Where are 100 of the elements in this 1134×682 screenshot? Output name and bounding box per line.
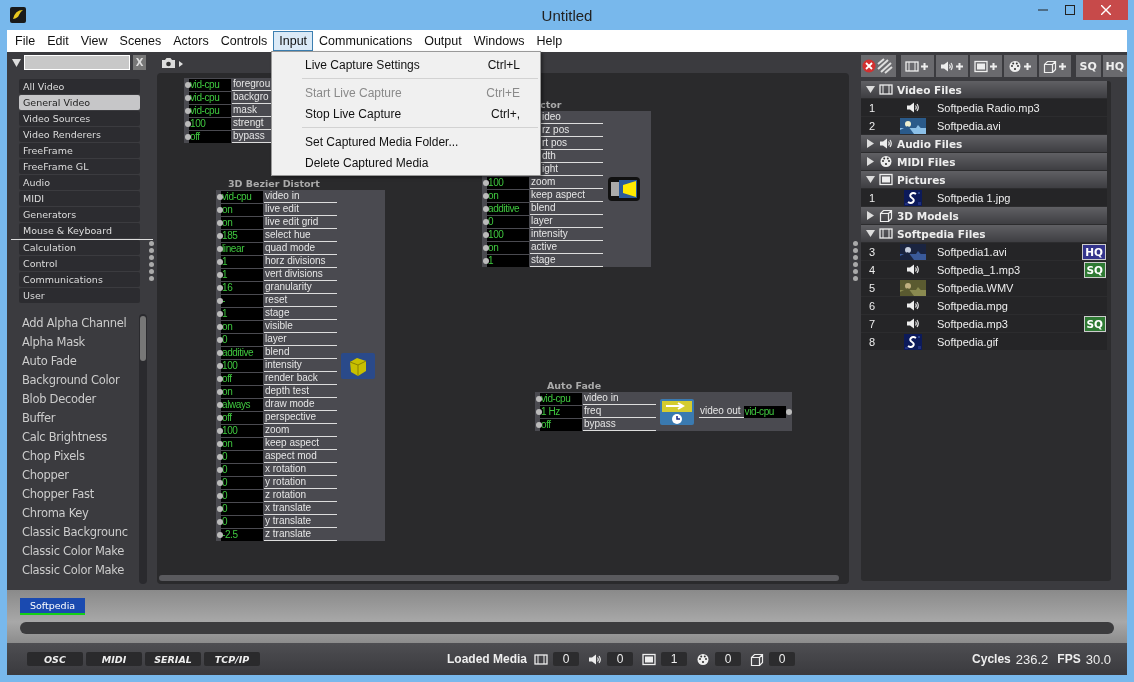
menu-item[interactable]: Edit — [41, 31, 75, 51]
value-field[interactable]: 1 — [221, 268, 263, 281]
menu-item[interactable]: View — [74, 31, 114, 51]
quality-button[interactable]: HQ — [1102, 55, 1127, 77]
actor-item[interactable]: Chopper — [22, 466, 139, 485]
port-dot[interactable] — [483, 179, 489, 186]
scrollbar[interactable] — [159, 575, 839, 581]
port-dot[interactable] — [217, 479, 223, 486]
media-row[interactable]: 1 Softpedia 1.jpg — [861, 189, 1107, 206]
search-field[interactable] — [24, 55, 130, 70]
port-dot[interactable] — [217, 271, 223, 278]
expand-icon[interactable] — [866, 157, 875, 166]
add-media-button[interactable] — [1004, 55, 1037, 77]
value-field[interactable]: 0 — [221, 333, 263, 346]
value-field[interactable]: 1 — [487, 254, 529, 267]
actor-item[interactable]: Classic Backgrounc — [22, 523, 139, 542]
menu-item[interactable]: Communications — [313, 31, 419, 51]
category-item[interactable]: Video Renderers — [19, 127, 140, 142]
port-dot[interactable] — [217, 310, 223, 317]
add-media-button[interactable] — [1038, 55, 1071, 77]
value-field[interactable]: 1 — [221, 255, 263, 268]
camera-icon[interactable] — [161, 56, 185, 69]
value-field[interactable]: on — [221, 437, 263, 450]
collapse-icon[interactable] — [12, 58, 21, 67]
collapse-icon[interactable] — [866, 85, 875, 94]
media-row[interactable]: 3 Softpedia1.avi HQ — [861, 243, 1107, 260]
value-field[interactable]: - — [221, 294, 263, 307]
section-header[interactable]: Audio Files — [861, 135, 1107, 152]
value-field[interactable]: additive — [221, 346, 263, 359]
quality-button[interactable]: SQ — [1076, 55, 1101, 77]
collapse-icon[interactable] — [866, 175, 875, 184]
protocol-button[interactable]: SERIAL — [145, 652, 201, 666]
category-item[interactable]: Control — [19, 256, 140, 271]
value-field[interactable]: 100 — [487, 228, 529, 241]
value-field[interactable]: on — [487, 241, 529, 254]
value-field[interactable]: 100 — [189, 117, 231, 130]
media-row[interactable]: 6 Softpedia.mpg — [861, 297, 1107, 314]
actor-item[interactable]: Blob Decoder — [22, 390, 139, 409]
section-header[interactable]: MIDI Files — [861, 153, 1107, 170]
expand-icon[interactable] — [866, 139, 875, 148]
section-header[interactable]: 3D Models — [861, 207, 1107, 224]
port-dot[interactable] — [217, 518, 223, 525]
category-item[interactable]: Communications — [19, 272, 140, 287]
port-dot[interactable] — [217, 258, 223, 265]
port-dot[interactable] — [536, 408, 542, 415]
actor-item[interactable]: Classic Color Make — [22, 561, 139, 580]
protocol-button[interactable]: TCP/IP — [204, 652, 260, 666]
value-field[interactable]: on — [221, 320, 263, 333]
category-item[interactable]: All Video — [19, 79, 140, 94]
actor-item[interactable]: Chop Pixels — [22, 447, 139, 466]
category-item[interactable]: Mouse & Keyboard — [19, 223, 140, 238]
menu-item[interactable]: Controls — [214, 31, 274, 51]
port-dot[interactable] — [217, 492, 223, 499]
value-field[interactable]: vid-cpu — [743, 405, 786, 418]
value-field[interactable]: vid-cpu — [189, 78, 231, 91]
value-field[interactable]: off — [221, 411, 263, 424]
close-button[interactable] — [1083, 0, 1128, 20]
menu-option[interactable]: Live Capture Settings Ctrl+L — [272, 54, 540, 75]
menu-item[interactable]: Input — [273, 31, 314, 51]
actor-node[interactable]: vid-cpu video in 1 Hz freq off bypass video out vid-cpu — [535, 392, 792, 431]
media-row[interactable]: 7 Softpedia.mp3 SQ — [861, 315, 1107, 332]
category-item[interactable]: User — [19, 288, 140, 303]
actor-item[interactable]: Classic Color Make — [22, 542, 139, 561]
section-header[interactable]: Pictures — [861, 171, 1107, 188]
port-dot[interactable] — [217, 427, 223, 434]
port-dot[interactable] — [217, 336, 223, 343]
media-row[interactable]: 8 Softpedia.gif — [861, 333, 1107, 350]
port-dot[interactable] — [483, 231, 489, 238]
actor-item[interactable]: Auto Fade — [22, 352, 139, 371]
port-dot[interactable] — [217, 284, 223, 291]
port-dot[interactable] — [483, 218, 489, 225]
value-field[interactable]: 1 — [221, 307, 263, 320]
value-field[interactable]: 0 — [221, 463, 263, 476]
value-field[interactable]: 0 — [221, 502, 263, 515]
menu-item[interactable]: File — [9, 31, 42, 51]
value-field[interactable]: vid-cpu — [221, 190, 263, 203]
add-media-button[interactable] — [969, 55, 1003, 77]
media-row[interactable]: 5 Softpedia.WMV — [861, 279, 1107, 296]
port-dot[interactable] — [217, 453, 223, 460]
value-field[interactable]: -2.5 — [221, 528, 263, 541]
disconnect-button[interactable] — [861, 55, 897, 77]
port-dot[interactable] — [217, 245, 223, 252]
section-header[interactable]: Softpedia Files — [861, 225, 1107, 242]
protocol-button[interactable]: OSC — [27, 652, 83, 666]
category-item[interactable]: Generators — [19, 207, 140, 222]
actor-item[interactable]: Background Color — [22, 371, 139, 390]
category-item[interactable]: Audio — [19, 175, 140, 190]
value-field[interactable]: 0 — [221, 476, 263, 489]
actor-node[interactable] — [216, 190, 385, 541]
section-header[interactable]: Video Files — [861, 81, 1107, 98]
scrollbar[interactable] — [139, 314, 147, 584]
value-field[interactable]: linear — [221, 242, 263, 255]
media-row[interactable]: 2 Softpedia.avi — [861, 117, 1107, 134]
port-dot[interactable] — [217, 232, 223, 239]
actor-item[interactable]: Chroma Key — [22, 504, 139, 523]
value-field[interactable]: 0 — [221, 489, 263, 502]
value-field[interactable]: vid-cpu — [189, 104, 231, 117]
value-field[interactable]: off — [540, 418, 582, 431]
value-field[interactable]: on — [221, 216, 263, 229]
value-field[interactable]: vid-cpu — [540, 392, 582, 405]
